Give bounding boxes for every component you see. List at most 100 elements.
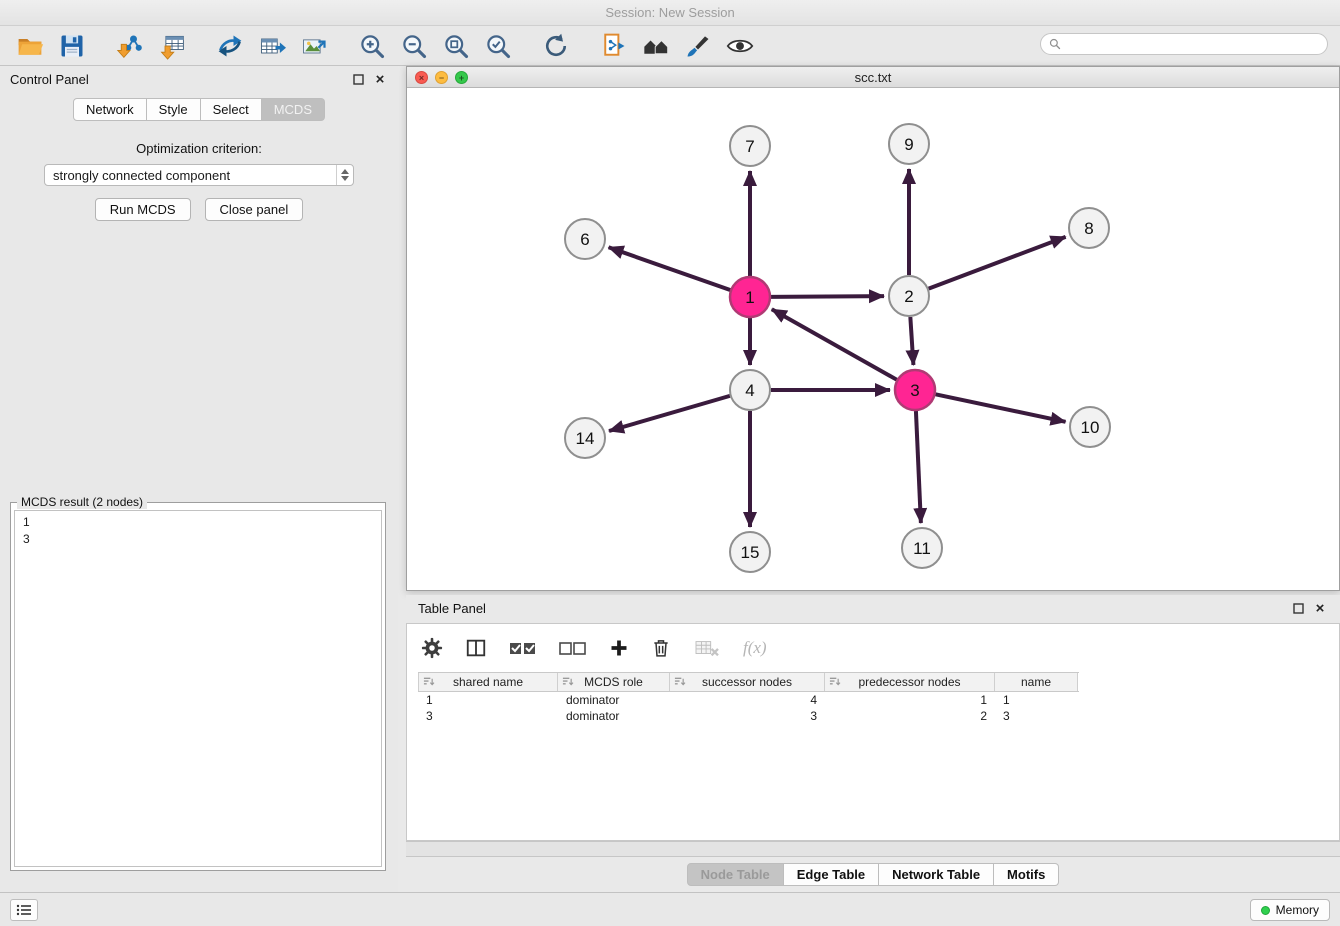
control-panel-header: Control Panel × xyxy=(0,66,398,92)
tab-network-table[interactable]: Network Table xyxy=(879,863,994,886)
network-node[interactable]: 9 xyxy=(889,124,929,164)
home-view-button[interactable] xyxy=(638,29,674,63)
network-node[interactable]: 15 xyxy=(730,532,770,572)
network-edge[interactable] xyxy=(916,411,921,523)
plus-icon xyxy=(609,638,629,658)
zoom-fit-button[interactable] xyxy=(438,29,474,63)
tab-mcds[interactable]: MCDS xyxy=(262,98,325,121)
network-node[interactable]: 14 xyxy=(565,418,605,458)
eye-icon xyxy=(726,32,754,60)
close-panel-button[interactable]: Close panel xyxy=(205,198,304,221)
table-settings-button[interactable] xyxy=(421,633,443,663)
new-network-button[interactable] xyxy=(212,29,248,63)
network-node[interactable]: 7 xyxy=(730,126,770,166)
zoom-fit-icon xyxy=(442,32,470,60)
table-cell: dominator xyxy=(558,708,670,724)
trash-icon xyxy=(651,637,671,659)
tab-node-table[interactable]: Node Table xyxy=(687,863,784,886)
delete-table-button[interactable] xyxy=(693,633,721,663)
criterion-dropdown[interactable]: strongly connected component xyxy=(44,164,354,186)
import-table-button[interactable] xyxy=(154,29,190,63)
column-header[interactable]: predecessor nodes xyxy=(825,673,995,691)
create-column-button[interactable] xyxy=(609,633,629,663)
zoom-selected-button[interactable] xyxy=(480,29,516,63)
network-node[interactable]: 1 xyxy=(730,277,770,317)
tab-select[interactable]: Select xyxy=(201,98,262,121)
search-icon xyxy=(1049,38,1061,50)
memory-button[interactable]: Memory xyxy=(1250,899,1330,921)
network-edge[interactable] xyxy=(772,309,897,379)
table-header-row: shared nameMCDS rolesuccessor nodesprede… xyxy=(418,672,1079,692)
show-hide-button[interactable] xyxy=(722,29,758,63)
open-session-button[interactable] xyxy=(12,29,48,63)
export-image-button[interactable] xyxy=(296,29,332,63)
close-panel-icon[interactable]: × xyxy=(372,71,388,87)
table-row[interactable]: 3dominator323 xyxy=(418,708,1339,724)
network-edge[interactable] xyxy=(609,247,731,290)
tab-network[interactable]: Network xyxy=(73,98,147,121)
export-image-icon xyxy=(300,32,328,60)
search-input[interactable] xyxy=(1066,37,1319,52)
paste-network-button[interactable] xyxy=(596,29,632,63)
zoom-out-button[interactable] xyxy=(396,29,432,63)
apply-style-button[interactable] xyxy=(680,29,716,63)
network-node[interactable]: 11 xyxy=(902,528,942,568)
network-node[interactable]: 3 xyxy=(895,370,935,410)
delete-column-button[interactable] xyxy=(651,633,671,663)
zoom-selected-icon xyxy=(484,32,512,60)
network-canvas[interactable]: 7 9 6 8 1 2 4 3 14 10 15 11 xyxy=(407,88,1339,590)
network-node[interactable]: 2 xyxy=(889,276,929,316)
network-edge[interactable] xyxy=(936,394,1066,421)
sort-icon xyxy=(561,676,574,690)
import-network-button[interactable] xyxy=(112,29,148,63)
close-window-icon[interactable]: × xyxy=(415,71,428,84)
show-columns-button[interactable] xyxy=(465,633,487,663)
table-row[interactable]: 1dominator411 xyxy=(418,692,1339,708)
float-panel-icon[interactable] xyxy=(350,71,366,87)
search-field[interactable] xyxy=(1040,33,1328,55)
column-header[interactable]: MCDS role xyxy=(558,673,670,691)
table-cell: dominator xyxy=(558,692,670,708)
network-node[interactable]: 8 xyxy=(1069,208,1109,248)
network-node[interactable]: 4 xyxy=(730,370,770,410)
function-builder-button[interactable]: f(x) xyxy=(743,633,767,663)
refresh-layout-button[interactable] xyxy=(538,29,574,63)
minimize-window-icon[interactable]: − xyxy=(435,71,448,84)
memory-label: Memory xyxy=(1276,903,1319,917)
zoom-window-icon[interactable]: + xyxy=(455,71,468,84)
table-toolbar: f(x) xyxy=(407,624,1339,672)
deselect-all-columns-button[interactable] xyxy=(559,633,587,663)
main-toolbar xyxy=(0,26,1340,66)
table-cell: 1 xyxy=(995,692,1078,708)
export-table-button[interactable] xyxy=(254,29,290,63)
zoom-in-button[interactable] xyxy=(354,29,390,63)
network-edge[interactable] xyxy=(609,396,730,431)
mcds-result-box: MCDS result (2 nodes) 13 xyxy=(10,495,386,871)
network-window-titlebar: × − + scc.txt xyxy=(407,67,1339,88)
column-header[interactable]: shared name xyxy=(418,673,558,691)
network-edge[interactable] xyxy=(771,296,884,297)
float-table-panel-icon[interactable] xyxy=(1290,600,1306,616)
run-mcds-button[interactable]: Run MCDS xyxy=(95,198,191,221)
column-header[interactable]: name xyxy=(995,673,1078,691)
tab-motifs[interactable]: Motifs xyxy=(994,863,1059,886)
save-session-button[interactable] xyxy=(54,29,90,63)
task-history-button[interactable] xyxy=(10,899,38,921)
table-panel-tabs: Node Table Edge Table Network Table Moti… xyxy=(406,863,1340,886)
column-header[interactable]: successor nodes xyxy=(670,673,825,691)
network-window-title: scc.txt xyxy=(855,70,892,85)
select-all-columns-button[interactable] xyxy=(509,633,537,663)
tab-edge-table[interactable]: Edge Table xyxy=(784,863,879,886)
table-cell: 3 xyxy=(995,708,1078,724)
network-edge[interactable] xyxy=(929,237,1066,289)
network-view-window: × − + scc.txt 7 9 6 8 1 2 4 3 14 10 15 11 xyxy=(406,66,1340,591)
tab-style[interactable]: Style xyxy=(147,98,201,121)
network-node[interactable]: 6 xyxy=(565,219,605,259)
network-node[interactable]: 10 xyxy=(1070,407,1110,447)
table-panel: Table Panel × xyxy=(406,595,1340,890)
network-edge[interactable] xyxy=(910,317,913,365)
table-cell: 4 xyxy=(670,692,825,708)
mcds-result-list[interactable]: 13 xyxy=(14,510,382,867)
close-table-panel-icon[interactable]: × xyxy=(1312,600,1328,616)
table-horizontal-scrollbar[interactable] xyxy=(406,841,1340,857)
